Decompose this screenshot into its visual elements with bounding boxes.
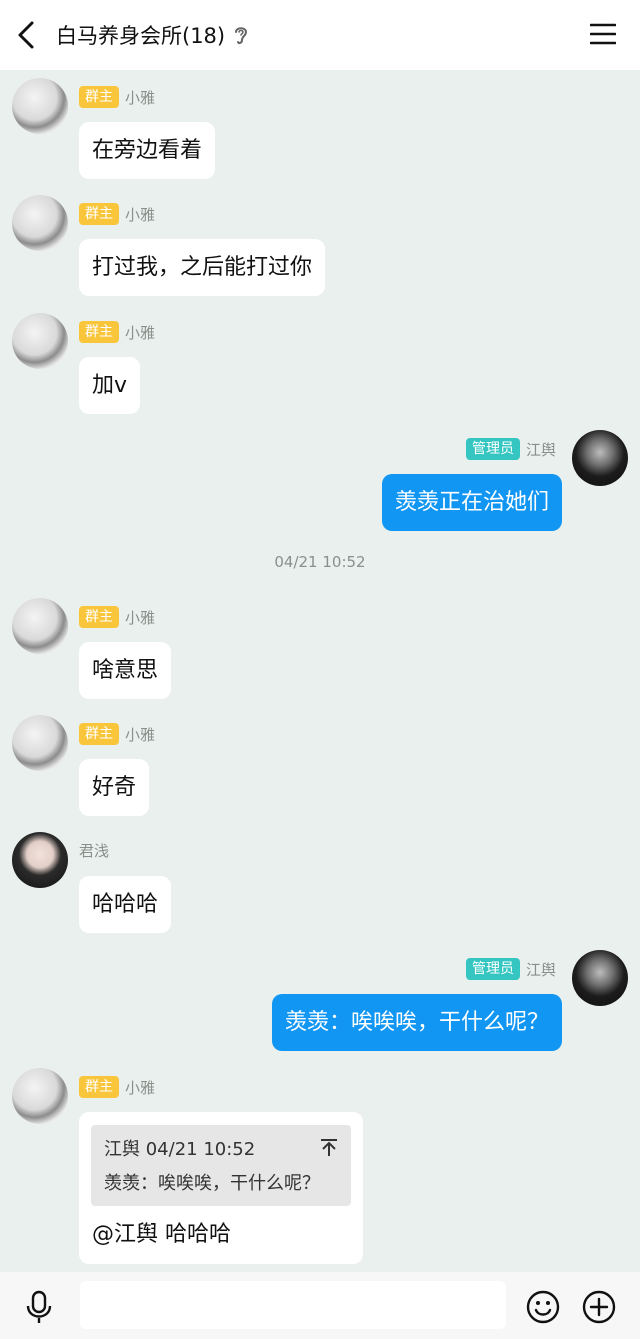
message-bubble[interactable]: 好奇 bbox=[79, 759, 150, 816]
message-bubble[interactable]: 在旁边看着 bbox=[79, 122, 216, 179]
group-title: 白马养身会所(18) bbox=[56, 24, 226, 48]
sender-meta: 群主 小雅 bbox=[79, 606, 155, 628]
message-bubble[interactable]: 哈哈哈 bbox=[79, 876, 172, 933]
timestamp-divider: 04/21 10:52 bbox=[274, 553, 366, 571]
admin-badge: 管理员 bbox=[465, 958, 520, 980]
message-bubble[interactable]: 加v bbox=[79, 357, 141, 414]
quote-author: 江舆 bbox=[104, 1139, 140, 1160]
avatar[interactable] bbox=[12, 78, 68, 134]
input-bar bbox=[0, 1272, 640, 1339]
reply-message-bubble[interactable]: 江舆 04/21 10:52 羡羡：唉唉唉，干什么呢？ @江舆 哈哈哈 bbox=[79, 1112, 363, 1264]
sender-meta: 管理员 江舆 bbox=[465, 958, 556, 980]
sender-name: 小雅 bbox=[125, 88, 156, 107]
sender-name: 江舆 bbox=[525, 960, 556, 979]
owner-badge: 群主 bbox=[79, 86, 119, 108]
chevron-left-icon[interactable] bbox=[12, 17, 46, 53]
message-list[interactable]: 群主 小雅 在旁边看着 群主 小雅 打过我，之后能打过你 群主 小雅 加v 管理… bbox=[0, 70, 640, 1272]
sender-meta: 群主 小雅 bbox=[79, 86, 155, 108]
arrow-to-top-icon[interactable] bbox=[319, 1137, 339, 1157]
message-bubble[interactable]: 羡羡：唉唉唉，干什么呢？ bbox=[271, 994, 562, 1051]
avatar[interactable] bbox=[12, 195, 68, 251]
ear-icon bbox=[235, 27, 248, 45]
hamburger-menu-icon[interactable] bbox=[590, 22, 616, 46]
owner-badge: 群主 bbox=[79, 203, 119, 225]
avatar[interactable] bbox=[12, 832, 68, 888]
avatar[interactable] bbox=[572, 950, 628, 1006]
quote-header: 江舆 04/21 10:52 bbox=[104, 1135, 255, 1161]
smiley-icon[interactable] bbox=[526, 1290, 560, 1324]
sender-name: 小雅 bbox=[125, 205, 156, 224]
owner-badge: 群主 bbox=[79, 1076, 119, 1098]
avatar[interactable] bbox=[12, 715, 68, 771]
sender-meta: 群主 小雅 bbox=[79, 1076, 155, 1098]
avatar[interactable] bbox=[572, 430, 628, 486]
title-area: 白马养身会所(18) bbox=[56, 0, 249, 70]
quoted-message[interactable]: 江舆 04/21 10:52 羡羡：唉唉唉，干什么呢？ bbox=[91, 1125, 351, 1206]
owner-badge: 群主 bbox=[79, 723, 119, 745]
message-bubble[interactable]: 啥意思 bbox=[79, 642, 172, 699]
sender-name: 小雅 bbox=[125, 323, 156, 342]
quote-time: 04/21 10:52 bbox=[145, 1139, 256, 1160]
avatar[interactable] bbox=[12, 1068, 68, 1124]
sender-name: 江舆 bbox=[525, 440, 556, 459]
message-bubble[interactable]: 打过我，之后能打过你 bbox=[79, 239, 326, 296]
sender-meta: 管理员 江舆 bbox=[465, 438, 556, 460]
sender-name: 君浅 bbox=[79, 842, 110, 860]
sender-meta: 群主 小雅 bbox=[79, 203, 155, 225]
message-bubble[interactable]: 羡羡正在治她们 bbox=[381, 474, 562, 531]
message-input[interactable] bbox=[80, 1281, 506, 1329]
admin-badge: 管理员 bbox=[465, 438, 520, 460]
owner-badge: 群主 bbox=[79, 606, 119, 628]
reply-text: @江舆 哈哈哈 bbox=[92, 1222, 231, 1247]
avatar[interactable] bbox=[12, 598, 68, 654]
owner-badge: 群主 bbox=[79, 321, 119, 343]
sender-name: 小雅 bbox=[125, 608, 156, 627]
plus-circle-icon[interactable] bbox=[582, 1290, 616, 1324]
microphone-icon[interactable] bbox=[24, 1290, 54, 1324]
sender-meta: 群主 小雅 bbox=[79, 723, 155, 745]
sender-meta: 君浅 bbox=[79, 840, 109, 861]
avatar[interactable] bbox=[12, 313, 68, 369]
sender-name: 小雅 bbox=[125, 1078, 156, 1097]
sender-name: 小雅 bbox=[125, 725, 156, 744]
chat-header: 白马养身会所(18) bbox=[0, 0, 640, 70]
sender-meta: 群主 小雅 bbox=[79, 321, 155, 343]
quote-text: 羡羡：唉唉唉，干什么呢？ bbox=[104, 1173, 320, 1194]
